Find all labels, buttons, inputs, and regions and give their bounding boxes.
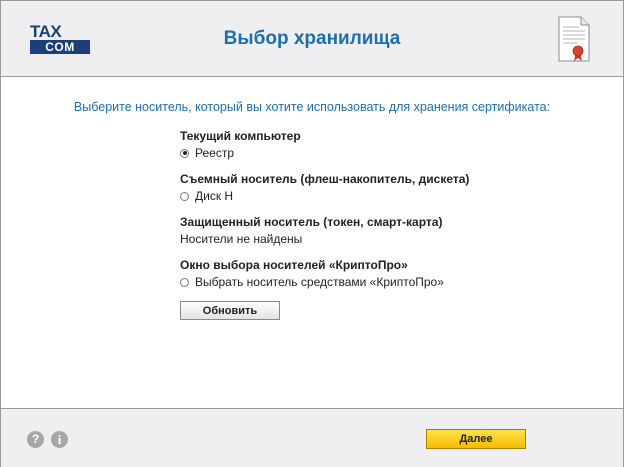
storage-selection-window: TAX COM Выбор хранилища Выберите носител… — [0, 0, 624, 467]
section-removable-media: Съемный носитель (флеш-накопитель, диске… — [180, 172, 469, 203]
info-icon[interactable]: i — [51, 431, 68, 448]
section-title: Текущий компьютер — [180, 129, 301, 143]
section-secure-media: Защищенный носитель (токен, смарт-карта)… — [180, 215, 442, 246]
option-registry[interactable]: Реестр — [180, 146, 301, 160]
section-title: Защищенный носитель (токен, смарт-карта) — [180, 215, 443, 229]
option-label: Диск H — [195, 189, 234, 203]
option-disk-h[interactable]: Диск H — [180, 189, 469, 203]
section-cryptopro: Окно выбора носителей «КриптоПро» Выбрат… — [180, 258, 444, 289]
help-icon[interactable]: ? — [27, 431, 44, 448]
radio-disk-h[interactable] — [180, 191, 189, 201]
option-cryptopro[interactable]: Выбрать носитель средствами «КриптоПро» — [180, 275, 444, 289]
section-current-computer: Текущий компьютер Реестр — [180, 129, 301, 160]
next-button[interactable]: Далее — [426, 429, 526, 449]
section-title: Съемный носитель (флеш-накопитель, диске… — [180, 172, 470, 186]
no-media-status: Носители не найдены — [180, 232, 303, 246]
option-label: Реестр — [195, 146, 234, 160]
section-title: Окно выбора носителей «КриптоПро» — [180, 258, 408, 272]
content-area: Выберите носитель, который вы хотите исп… — [1, 77, 623, 407]
header: TAX COM Выбор хранилища — [1, 1, 623, 77]
certificate-icon — [557, 15, 591, 68]
radio-registry[interactable] — [180, 148, 189, 158]
footer: ? i Далее — [1, 408, 623, 467]
refresh-button[interactable]: Обновить — [180, 301, 280, 320]
option-label: Выбрать носитель средствами «КриптоПро» — [195, 275, 444, 289]
radio-cryptopro[interactable] — [180, 277, 189, 287]
page-title: Выбор хранилища — [223, 28, 401, 49]
prompt-text: Выберите носитель, который вы хотите исп… — [73, 100, 551, 114]
